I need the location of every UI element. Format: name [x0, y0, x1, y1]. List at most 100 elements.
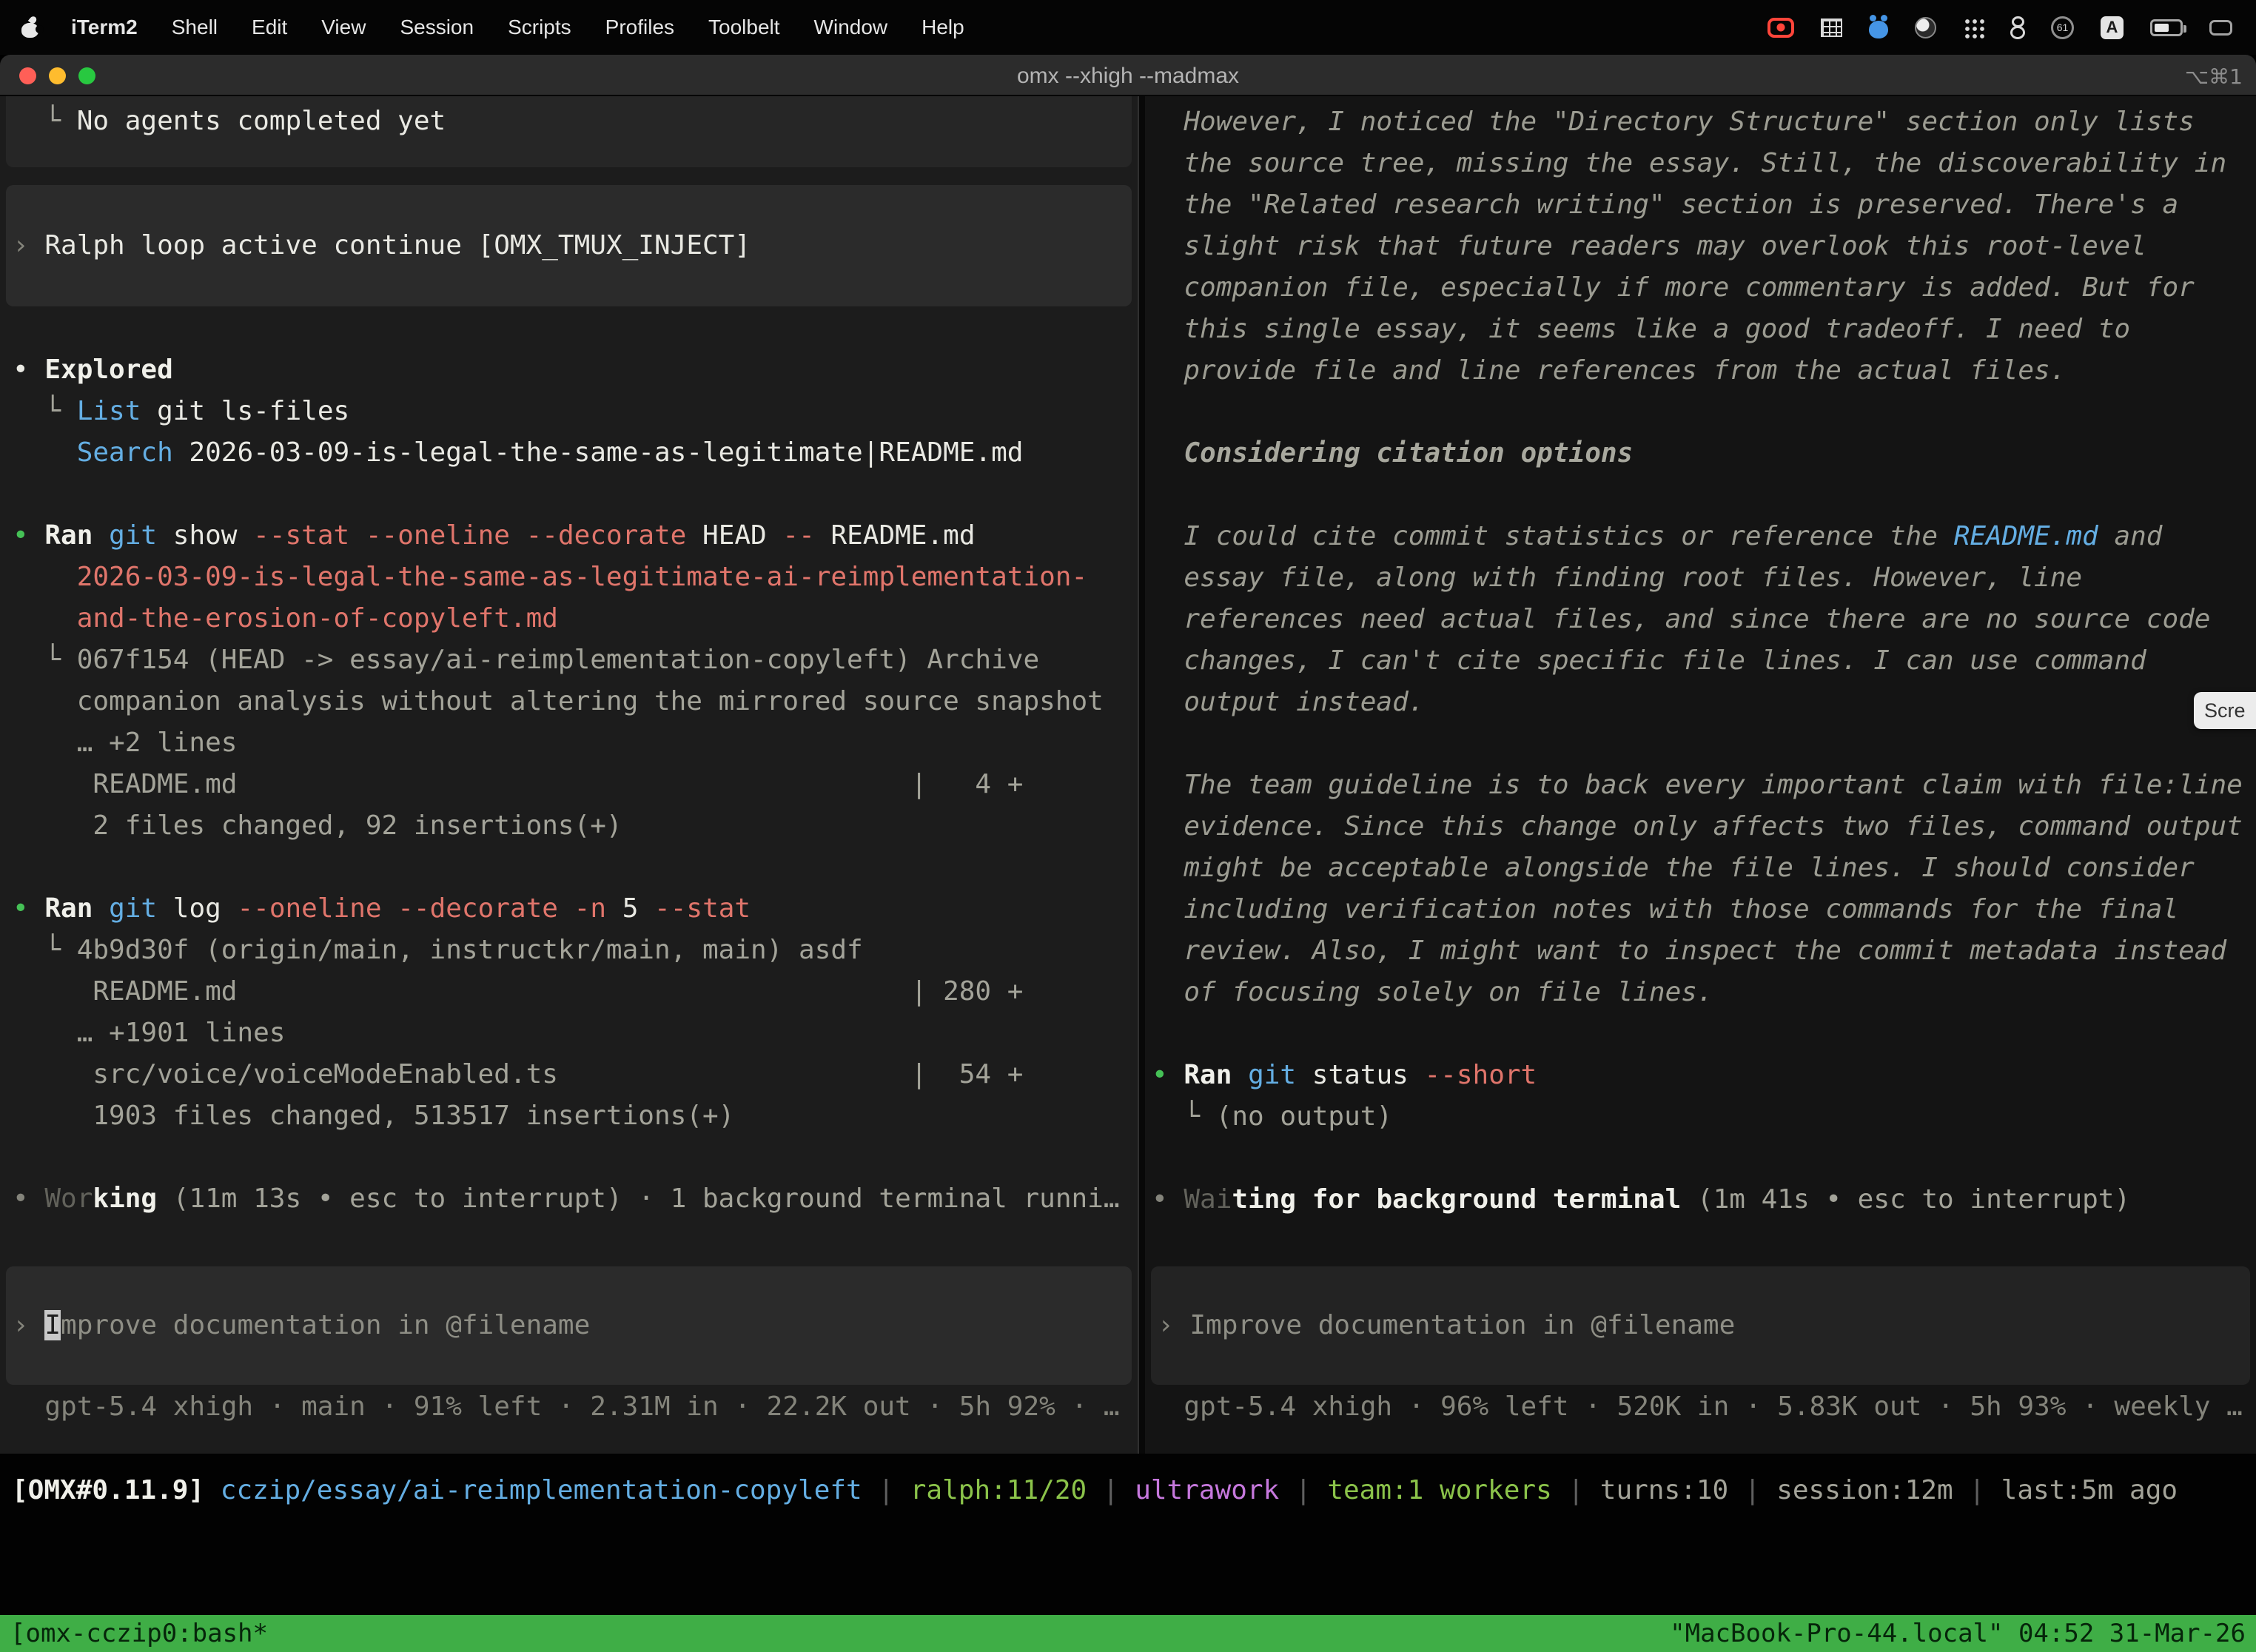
terminal-line: including verification notes with those …: [1152, 889, 2256, 930]
ralph-loop-line: › Ralph loop active continue [OMX_TMUX_I…: [13, 225, 751, 266]
window-shortcut: ⌥⌘1: [2185, 64, 2243, 89]
left-status-line: gpt-5.4 xhigh · main · 91% left · 2.31M …: [0, 1386, 1138, 1428]
pane-divider[interactable]: [1138, 96, 1145, 1454]
battery-icon[interactable]: [2150, 19, 2183, 36]
terminal-line: the "Related research writing" section i…: [1152, 184, 2256, 226]
menu-items: iTerm2 Shell Edit View Session Scripts Profile…: [71, 16, 964, 39]
left-history: • Explored └ List git ls-files Search 20…: [0, 349, 1138, 1220]
battery-fill: [2155, 24, 2169, 32]
terminal-line: changes, I can't cite specific file line…: [1152, 640, 2256, 682]
right-input-line: › Improve documentation in @filename: [1158, 1305, 1735, 1346]
terminal-line: [1152, 392, 2256, 433]
terminal-line: 2 files changed, 92 insertions(+): [13, 805, 1138, 847]
battery-meter-icon[interactable]: 61: [2051, 16, 2074, 39]
meter-value: 61: [2057, 21, 2069, 33]
menu-item-help[interactable]: Help: [921, 16, 964, 39]
terminal-line: └ List git ls-files: [13, 391, 1138, 432]
terminal-line: might be acceptable alongside the file l…: [1152, 847, 2256, 889]
right-status-line: gpt-5.4 xhigh · 96% left · 520K in · 5.8…: [1145, 1386, 2256, 1428]
right-prompt-input[interactable]: › Improve documentation in @filename: [1151, 1266, 2250, 1385]
terminal-line: Search 2026-03-09-is-legal-the-same-as-l…: [13, 432, 1138, 474]
terminal-line: The team guideline is to back every impo…: [1152, 765, 2256, 806]
dots-grid-icon[interactable]: [1963, 17, 1984, 38]
ralph-loop-banner: › Ralph loop active continue [OMX_TMUX_I…: [6, 185, 1132, 306]
terminal-line: review. Also, I might want to inspect th…: [1152, 930, 2256, 972]
terminal-line: • Waiting for background terminal (1m 41…: [1152, 1179, 2256, 1220]
terminal-line: and-the-erosion-of-copyleft.md: [13, 598, 1138, 639]
terminal-line: • Ran git status --short: [1152, 1055, 2256, 1096]
terminal-line: └ 4b9d30f (origin/main, instructkr/main,…: [13, 930, 1138, 971]
right-terminal-pane[interactable]: However, I noticed the "Directory Struct…: [1145, 96, 2256, 1454]
omx-status-line: [OMX#0.11.9] cczip/essay/ai-reimplementa…: [12, 1470, 2178, 1511]
terminal-line: └ 067f154 (HEAD -> essay/ai-reimplementa…: [13, 639, 1138, 681]
menu-item-view[interactable]: View: [321, 16, 366, 39]
terminal-line: However, I noticed the "Directory Struct…: [1152, 101, 2256, 143]
window-title: omx --xhigh --madmax: [0, 64, 2256, 89]
terminal-line: the source tree, missing the essay. Stil…: [1152, 143, 2256, 184]
terminal-line: 1903 files changed, 513517 insertions(+): [13, 1095, 1138, 1137]
figure-eight-icon[interactable]: [2011, 16, 2024, 39]
terminal-line: [13, 847, 1138, 888]
terminal-line: companion file, especially if more comme…: [1152, 267, 2256, 309]
macos-menu-bar: iTerm2 Shell Edit View Session Scripts Profile…: [0, 0, 2256, 55]
terminal-line: evidence. Since this change only affects…: [1152, 806, 2256, 847]
menu-item-session[interactable]: Session: [400, 16, 474, 39]
menu-item-profiles[interactable]: Profiles: [605, 16, 674, 39]
terminal-line: [1152, 1138, 2256, 1179]
terminal-line: 2026-03-09-is-legal-the-same-as-legitima…: [13, 557, 1138, 598]
terminal-line: src/voice/voiceModeEnabled.ts | 54 +: [13, 1054, 1138, 1095]
terminal-line: this single essay, it seems like a good …: [1152, 309, 2256, 350]
terminal-line: I could cite commit statistics or refere…: [1152, 516, 2256, 557]
arc-browser-icon[interactable]: [1915, 17, 1936, 38]
screen-recording-icon[interactable]: [1767, 18, 1794, 38]
terminal-line: companion analysis without altering the …: [13, 681, 1138, 722]
terminal-line: of focusing solely on file lines.: [1152, 972, 2256, 1013]
grid-extension-icon[interactable]: [1821, 19, 1842, 37]
terminal-line: Considering citation options: [1152, 433, 2256, 474]
agents-panel: └ No agents completed yet: [6, 96, 1132, 167]
terminal-line: [1152, 474, 2256, 516]
menu-item-toolbelt[interactable]: Toolbelt: [708, 16, 780, 39]
terminal-line: … +1901 lines: [13, 1013, 1138, 1054]
terminal-line: essay file, along with finding root file…: [1152, 557, 2256, 599]
terminal-line: [1152, 723, 2256, 765]
agents-status-line: └ No agents completed yet: [13, 101, 1132, 142]
terminal-line: • Working (11m 13s • esc to interrupt) ·…: [13, 1178, 1138, 1220]
terminal-line: • Ran git log --oneline --decorate -n 5 …: [13, 888, 1138, 930]
terminal-line: └ (no output): [1152, 1096, 2256, 1138]
terminal-line: provide file and line references from th…: [1152, 350, 2256, 392]
menu-item-iterm2[interactable]: iTerm2: [71, 16, 138, 39]
left-terminal-pane[interactable]: └ No agents completed yet › Ralph loop a…: [0, 96, 1138, 1454]
menu-item-scripts[interactable]: Scripts: [508, 16, 571, 39]
menu-item-shell[interactable]: Shell: [172, 16, 218, 39]
terminal-line: [1152, 1013, 2256, 1055]
terminal-line: README.md | 280 +: [13, 971, 1138, 1013]
terminal-line: [13, 1137, 1138, 1178]
omx-status-bar: [OMX#0.11.9] cczip/essay/ai-reimplementa…: [0, 1454, 2256, 1615]
menu-item-edit[interactable]: Edit: [252, 16, 287, 39]
terminal-line: slight risk that future readers may over…: [1152, 226, 2256, 267]
terminal-line: output instead.: [1152, 682, 2256, 723]
left-prompt-input[interactable]: › Improve documentation in @filename: [6, 1266, 1132, 1385]
input-source-icon[interactable]: A: [2101, 16, 2124, 39]
screen-floating-tab[interactable]: Scre: [2194, 692, 2256, 729]
window-title-bar[interactable]: omx --xhigh --madmax ⌥⌘1: [0, 55, 2256, 96]
menu-item-window[interactable]: Window: [814, 16, 888, 39]
terminal-line: [13, 474, 1138, 515]
left-input-line: › Improve documentation in @filename: [13, 1305, 590, 1346]
tmux-host-clock: "MacBook-Pro-44.local" 04:52 31-Mar-26: [1670, 1619, 2246, 1648]
terminal-line: references need actual files, and since …: [1152, 599, 2256, 640]
tmux-status-bar: [omx-cczip0:bash* "MacBook-Pro-44.local"…: [0, 1615, 2256, 1652]
input-source-letter: A: [2106, 18, 2118, 37]
terminal-line: README.md | 4 +: [13, 764, 1138, 805]
menubar-status-icons: 61 A: [1767, 16, 2232, 39]
paw-extension-icon[interactable]: [1869, 21, 1888, 38]
terminal-line: • Ran git show --stat --oneline --decora…: [13, 515, 1138, 557]
control-center-icon[interactable]: [2209, 20, 2232, 36]
right-history: However, I noticed the "Directory Struct…: [1145, 96, 2256, 1220]
apple-logo[interactable]: [21, 16, 40, 38]
terminal-line: • Explored: [13, 349, 1138, 391]
terminal-split-panes: └ No agents completed yet › Ralph loop a…: [0, 96, 2256, 1454]
tmux-session-window: [omx-cczip0:bash*: [10, 1619, 268, 1648]
terminal-line: … +2 lines: [13, 722, 1138, 764]
